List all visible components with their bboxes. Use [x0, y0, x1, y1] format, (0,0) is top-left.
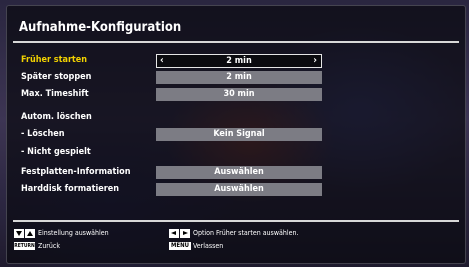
setting-row-delete[interactable]: - Löschen Kein Signal: [7, 128, 465, 143]
setting-label-not-played: - Nicht gespielt: [21, 147, 91, 157]
stop-late-value[interactable]: 2 min: [156, 71, 322, 84]
delete-value[interactable]: Kein Signal: [156, 128, 322, 141]
left-right-keys-icon: [169, 229, 191, 238]
setting-row-max-timeshift[interactable]: Max. Timeshift 30 min: [7, 88, 465, 103]
change-option-hint: Option Früher starten auswählen.: [193, 229, 299, 237]
setting-label-delete: - Löschen: [21, 129, 65, 139]
setting-row-disk-info[interactable]: Festplatten-Information Auswählen: [7, 166, 465, 181]
format-disk-select-button[interactable]: Auswählen: [156, 183, 322, 196]
setting-label-start-early: Früher starten: [21, 55, 88, 65]
setting-label-max-timeshift: Max. Timeshift: [21, 89, 89, 99]
menu-key-icon: MENU: [169, 242, 191, 250]
chevron-left-icon[interactable]: ‹: [160, 55, 164, 67]
setting-label-disk-info: Festplatten-Information: [21, 167, 131, 177]
max-timeshift-value[interactable]: 30 min: [156, 88, 322, 101]
footer-divider: [13, 220, 459, 222]
page-title: Aufnahme-Konfiguration: [19, 20, 182, 35]
up-down-keys-icon: [14, 229, 36, 238]
back-hint: Zurück: [38, 242, 60, 250]
setting-label-stop-late: Später stoppen: [21, 72, 92, 82]
setting-row-format-disk[interactable]: Harddisk formatieren Auswählen: [7, 183, 465, 198]
setting-row-not-played[interactable]: - Nicht gespielt: [7, 146, 465, 161]
recording-config-panel: Aufnahme-Konfiguration Früher starten ‹ …: [6, 5, 466, 264]
setting-label-auto-delete: Autom. löschen: [21, 112, 92, 122]
start-early-selector[interactable]: ‹ 2 min ›: [156, 54, 322, 68]
select-setting-hint: Einstellung auswählen: [38, 229, 109, 237]
setting-row-auto-delete: Autom. löschen: [7, 111, 465, 126]
exit-hint: Verlassen: [193, 242, 224, 250]
setting-row-start-early[interactable]: Früher starten ‹ 2 min ›: [7, 54, 465, 69]
start-early-value: 2 min: [226, 56, 252, 66]
chevron-right-icon[interactable]: ›: [313, 55, 317, 67]
return-key-icon: RETURN: [14, 242, 35, 250]
setting-label-format-disk: Harddisk formatieren: [21, 184, 119, 194]
disk-info-select-button[interactable]: Auswählen: [156, 166, 322, 179]
setting-row-stop-late[interactable]: Später stoppen 2 min: [7, 71, 465, 86]
title-divider: [13, 41, 459, 43]
